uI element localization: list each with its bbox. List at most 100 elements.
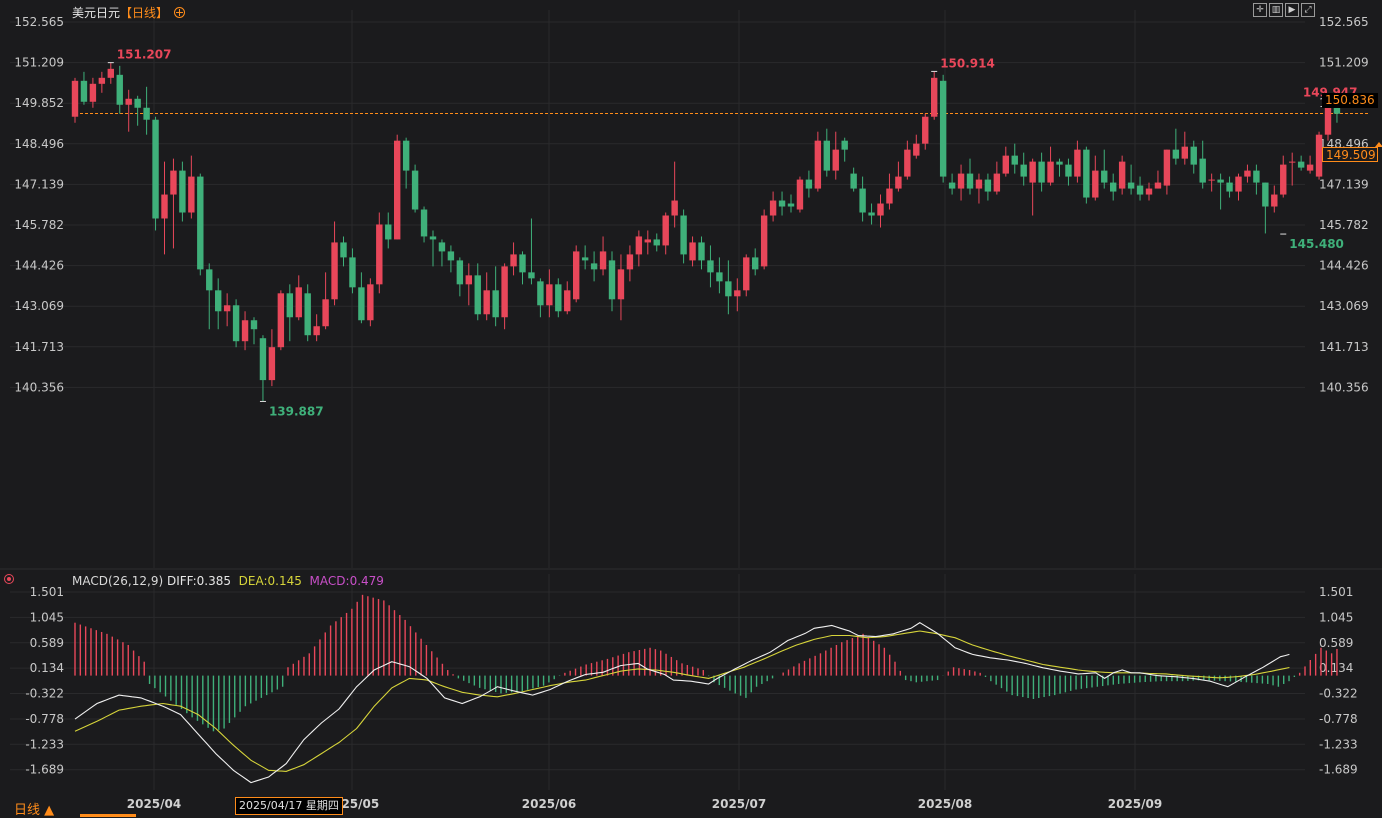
price-axis-tick-right: 145.782 — [1319, 218, 1369, 232]
candle-body — [1244, 170, 1251, 177]
chart-header: 美元日元【日线】 — [72, 4, 185, 21]
candle-body — [340, 242, 347, 258]
candle-body — [1020, 164, 1027, 177]
candle-body — [394, 140, 401, 240]
candle-body — [1002, 155, 1009, 174]
candle-body — [1208, 179, 1215, 181]
macd-axis-tick-right: -0.778 — [1319, 712, 1358, 726]
annotation-label: 145.480 — [1289, 237, 1344, 251]
candle-body — [662, 215, 669, 246]
macd-axis-tick-left: -0.322 — [25, 687, 64, 701]
candle-body — [268, 347, 276, 381]
candle-body — [241, 320, 249, 342]
candle-body — [913, 143, 920, 156]
candle-body — [313, 326, 320, 336]
candle-body — [617, 269, 625, 300]
macd-axis-tick-left: 1.045 — [30, 610, 64, 624]
price-axis-tick-right: 141.713 — [1319, 340, 1369, 354]
candle-body — [939, 80, 947, 177]
candle-body — [295, 287, 302, 318]
replay-icon[interactable]: ▶ — [1285, 3, 1299, 17]
candle-body — [805, 179, 813, 189]
price-axis-tick-left: 147.139 — [14, 177, 64, 191]
candle-body — [778, 200, 786, 207]
candle-body — [71, 80, 79, 117]
date-axis-label: 2025/06 — [522, 797, 576, 811]
candle-body — [358, 287, 365, 321]
candle-body — [787, 203, 795, 207]
candle-body — [215, 290, 222, 312]
candle-body — [206, 269, 213, 291]
candle-body — [680, 215, 687, 255]
symbol-name: 美元日元 — [72, 6, 121, 20]
candle-body — [447, 251, 455, 261]
candle-body — [286, 293, 293, 318]
candle-body — [796, 179, 804, 210]
candle-body — [376, 224, 383, 285]
candle-body — [402, 140, 410, 171]
candle-body — [752, 257, 759, 270]
candle-body — [98, 77, 106, 84]
candle-body — [223, 305, 231, 312]
candle-body — [948, 182, 956, 189]
candle-body — [528, 272, 535, 279]
candle-body — [644, 239, 651, 243]
price-axis-tick-right: 143.069 — [1319, 299, 1369, 313]
price-axis-tick-left: 144.426 — [14, 259, 64, 273]
date-axis-label: 2025/09 — [1108, 797, 1162, 811]
price-chart[interactable]: 152.565152.565151.209151.209149.852149.8… — [0, 0, 1382, 817]
candle-body — [957, 173, 965, 189]
candle-body — [877, 203, 884, 216]
date-axis-label: 2025/04 — [127, 797, 181, 811]
circle-plus-icon[interactable] — [173, 7, 185, 18]
candle-body — [1324, 107, 1332, 135]
price-axis-tick-left: 143.069 — [14, 299, 64, 313]
macd-axis-tick-left: 0.134 — [30, 661, 64, 675]
candle-body — [116, 74, 123, 105]
crosshair-icon[interactable]: ✛ — [1253, 3, 1267, 17]
candle-body — [519, 254, 526, 273]
macd-axis-tick-right: -1.233 — [1319, 737, 1358, 751]
candle-body — [1163, 149, 1171, 186]
candle-body — [80, 80, 88, 102]
period-toggle-button[interactable]: 日线 ▲ — [14, 799, 54, 818]
price-axis-tick-right: 152.565 — [1319, 15, 1369, 29]
candle-body — [259, 338, 267, 381]
candle-body — [653, 239, 660, 246]
price-axis-tick-left: 141.713 — [14, 340, 64, 354]
date-axis-label: 2025/08 — [918, 797, 972, 811]
candle-body — [134, 98, 141, 108]
chart-type-icon[interactable]: ▥ — [1269, 3, 1283, 17]
annotation-label: 151.207 — [117, 48, 172, 62]
period-label[interactable]: 【日线】 — [120, 6, 168, 20]
candle-body — [152, 119, 159, 219]
candle-body — [1253, 170, 1260, 183]
candle-body — [993, 173, 1001, 192]
candle-body — [1065, 164, 1072, 177]
annotation-label: 150.914 — [940, 56, 995, 70]
candle-body — [1271, 194, 1278, 207]
candle-body — [1047, 161, 1054, 183]
macd-legend: MACD(26,12,9) DIFF:0.385 DEA:0.145 MACD:… — [72, 574, 384, 588]
macd-title: MACD(26,12,9) — [72, 574, 164, 588]
candle-body — [635, 236, 643, 255]
candle-body — [143, 107, 150, 120]
candle-body — [501, 266, 508, 318]
candle-body — [232, 305, 240, 342]
date-axis-label: 2025/07 — [712, 797, 766, 811]
candle-body — [931, 77, 938, 117]
expand-icon[interactable]: ⤢ — [1301, 3, 1315, 17]
candle-body — [1092, 170, 1099, 198]
candle-body — [626, 254, 634, 270]
candle-body — [89, 83, 97, 102]
candle-body — [564, 290, 571, 312]
candle-body — [546, 284, 553, 306]
candle-body — [832, 149, 839, 171]
candle-body — [107, 68, 114, 78]
candle-body — [1297, 161, 1305, 168]
indicator-settings-icon[interactable] — [4, 574, 14, 584]
candle-body — [197, 176, 204, 270]
price-box-last: 149.509 — [1322, 147, 1378, 162]
price-axis-tick-left: 149.852 — [14, 96, 64, 110]
candle-body — [188, 176, 195, 213]
